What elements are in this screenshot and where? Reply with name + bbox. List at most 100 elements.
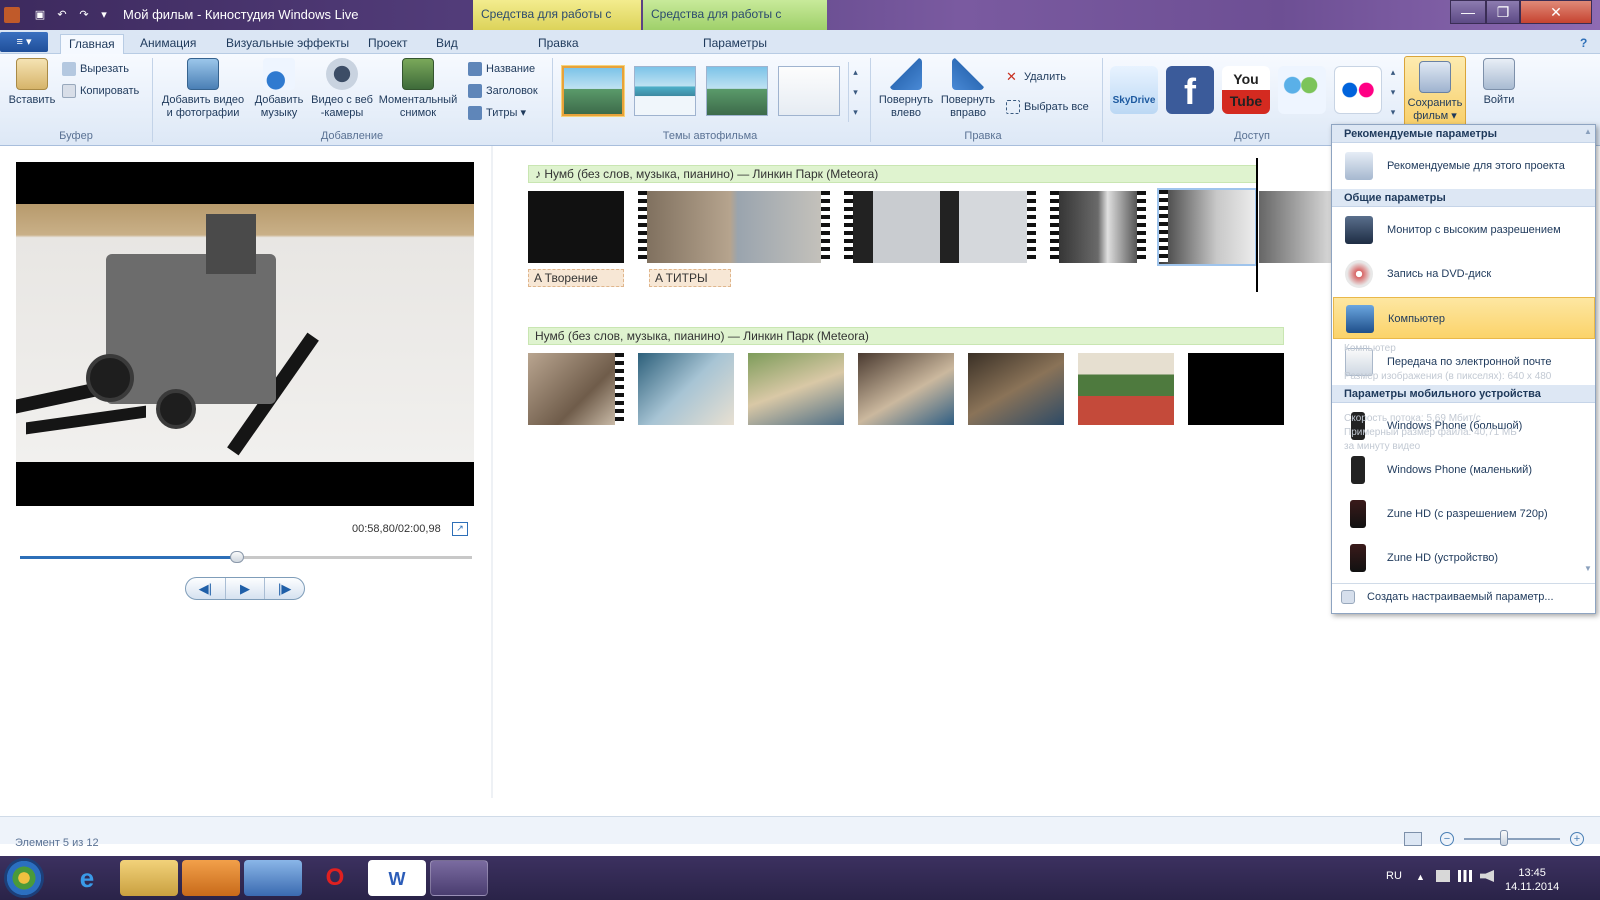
start-button[interactable] [4,858,44,898]
facebook-icon: f [1184,71,1196,112]
explorer-folder-icon[interactable] [120,860,178,896]
skydrive-button[interactable]: SkyDrive [1110,66,1158,114]
undo-icon[interactable]: ↶ [54,7,70,23]
flickr-button[interactable] [1334,66,1382,114]
zoom-out-icon[interactable]: − [1440,832,1454,846]
tab-options[interactable]: Параметры [695,34,775,54]
zoom-slider-thumb[interactable] [1500,830,1508,846]
end-black-clip[interactable] [1188,353,1284,425]
internet-explorer-icon[interactable]: e [58,860,116,896]
photo-clip[interactable] [1078,353,1174,425]
photo-clip[interactable] [748,353,844,425]
language-indicator[interactable]: RU [1386,870,1402,882]
photo-clip[interactable] [858,353,954,425]
messenger-button[interactable] [1278,66,1326,114]
credits-icon [468,106,482,120]
video-clip[interactable] [1050,191,1146,263]
menu-item-create-custom[interactable]: Создать настраиваемый параметр... [1333,584,1595,610]
menu-item-zune-hd-device[interactable]: Zune HD (устройство) [1333,537,1595,579]
webcam-video-button[interactable]: Видео с веб -камеры [308,58,376,120]
music-track-1[interactable]: ♪ Нумб (без слов, музыка, пианино) — Лин… [528,165,1258,183]
title-clip[interactable] [528,191,624,263]
menu-item-hd-monitor[interactable]: Монитор с высоким разрешением [1333,209,1595,251]
app-icon[interactable] [4,7,20,23]
cut-button[interactable]: Вырезать [60,60,129,78]
file-menu-button[interactable]: ≡ ▾ [0,32,48,52]
play-button[interactable]: ▶ [226,578,266,599]
copy-button[interactable]: Копировать [60,82,139,100]
menu-item-computer[interactable]: Компьютер [1333,297,1595,339]
video-clip[interactable] [638,191,830,263]
tab-edit[interactable]: Правка [530,34,587,54]
caption-creation[interactable]: A Творение [528,269,624,287]
menu-item-windows-phone-small[interactable]: Windows Phone (маленький) [1333,449,1595,491]
rotate-left-button[interactable]: Повернуть влево [876,58,936,120]
movie-maker-taskbar-icon[interactable] [430,860,488,896]
snapshot-button[interactable]: Моментальный снимок [376,58,460,120]
network-icon[interactable] [1458,870,1472,882]
photo-clip[interactable] [638,353,734,425]
storyboard-view-icon[interactable] [1404,832,1422,846]
music-track-2[interactable]: Нумб (без слов, музыка, пианино) — Линки… [528,327,1284,345]
next-frame-button[interactable]: |▶ [265,578,304,599]
title-button[interactable]: Название [466,60,535,78]
video-clip[interactable] [1259,191,1331,263]
fullscreen-preview-icon[interactable]: ↗ [452,522,468,536]
seek-bar[interactable] [20,551,472,563]
help-icon[interactable]: ? [1572,34,1595,54]
delete-icon: ✕ [1006,69,1017,84]
share-scroll[interactable]: ▴ ▾ ▾ [1386,62,1400,122]
credits-button[interactable]: Титры ▾ [466,104,526,122]
youtube-button[interactable]: You Tube [1222,66,1270,114]
select-all-button[interactable]: Выбрать все [1004,98,1089,116]
paste-button[interactable]: Вставить [6,58,58,107]
pane-divider[interactable] [491,146,493,798]
video-clip-selected[interactable] [1157,188,1257,266]
facebook-button[interactable]: f [1166,66,1214,114]
menu-item-dvd[interactable]: Запись на DVD-диск [1333,253,1595,295]
video-clip[interactable] [844,191,1036,263]
tab-project[interactable]: Проект [360,34,416,54]
caption-credits[interactable]: A ТИТРЫ [649,269,731,287]
rotate-right-button[interactable]: Повернуть вправо [938,58,998,120]
zoom-slider[interactable] [1464,838,1560,840]
video-preview[interactable] [16,162,474,506]
save-quick-icon[interactable]: ▣ [32,7,48,23]
theme-default[interactable] [562,66,624,116]
clock[interactable]: 13:45 14.11.2014 [1505,866,1559,894]
theme-contemporary[interactable] [634,66,696,116]
tab-visual-effects[interactable]: Визуальные эффекты [218,34,357,54]
media-player-icon[interactable] [182,860,240,896]
customize-qat-icon[interactable]: ▾ [96,7,112,23]
minimize-button[interactable]: — [1450,0,1486,24]
tab-view[interactable]: Вид [428,34,466,54]
redo-icon[interactable]: ↷ [76,7,92,23]
rotate-right-label: Повернуть вправо [940,94,996,119]
menu-item-zune-hd-720p[interactable]: Zune HD (с разрешением 720p) [1333,493,1595,535]
add-videos-photos-button[interactable]: Добавить видео и фотографии [158,58,248,120]
seek-thumb[interactable] [229,551,244,563]
tab-home[interactable]: Главная [60,34,124,54]
tab-animation[interactable]: Анимация [132,34,204,54]
delete-button[interactable]: ✕ Удалить [1004,68,1066,86]
playhead[interactable] [1256,158,1258,292]
close-button[interactable]: ✕ [1520,0,1592,24]
word-icon[interactable]: W [368,860,426,896]
opera-icon[interactable]: O [306,860,364,896]
photo-clip[interactable] [968,353,1064,425]
menu-item-recommended-project[interactable]: Рекомендуемые для этого проекта [1333,145,1595,187]
maximize-button[interactable]: ❐ [1486,0,1520,24]
zoom-in-icon[interactable]: + [1570,832,1584,846]
theme-cinematic[interactable] [706,66,768,116]
action-center-icon[interactable] [1436,870,1450,882]
tray-expand-icon[interactable]: ▲ [1416,872,1425,882]
paint-icon[interactable] [244,860,302,896]
caption-button[interactable]: Заголовок [466,82,538,100]
photo-clip[interactable] [528,353,624,425]
menu-scrollbar[interactable]: ▲ ▼ [1582,127,1594,579]
themes-scroll[interactable]: ▴ ▾ ▾ [848,62,862,122]
sign-in-button[interactable]: Войти [1468,58,1530,107]
add-music-button[interactable]: Добавить музыку [250,58,308,120]
theme-pan-zoom[interactable] [778,66,840,116]
previous-frame-button[interactable]: ◀| [186,578,226,599]
